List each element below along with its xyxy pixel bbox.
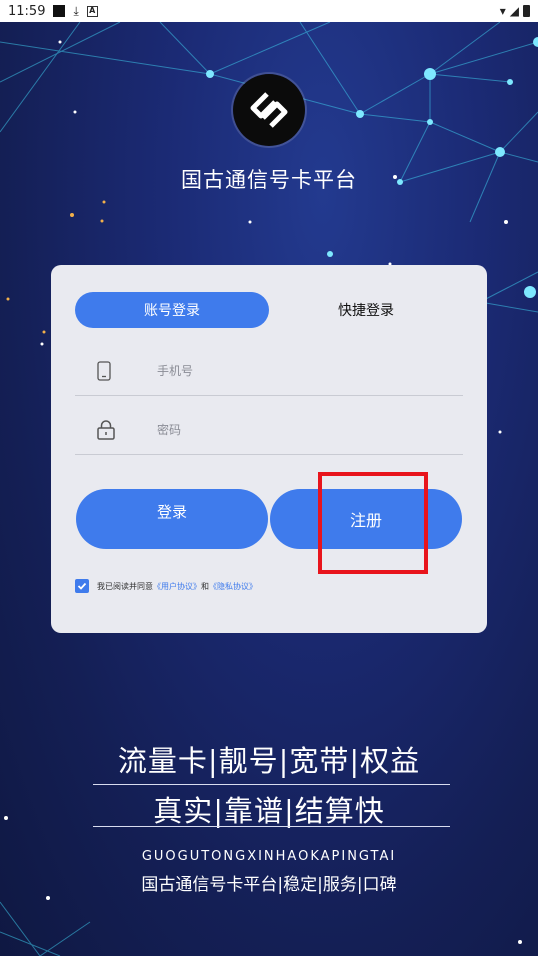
tagline: 国古通信号卡平台|稳定|服务|口碑 bbox=[141, 875, 397, 895]
pinyin-text: GUOGUTONGXINHAOKAPINGTAI bbox=[141, 849, 397, 864]
wifi-icon: ▾ bbox=[499, 4, 506, 18]
slogan-line-2: 真实|靠谱|结算快 bbox=[153, 794, 385, 828]
battery-icon bbox=[523, 5, 530, 17]
phone-field bbox=[75, 346, 463, 396]
tab-account-login[interactable]: 账号登录 bbox=[75, 292, 269, 328]
highlight-annotation-box bbox=[318, 472, 428, 574]
login-card: 账号登录 快捷登录 登录 注册 我已阅读并同意 《用户协 bbox=[51, 265, 487, 633]
divider-1 bbox=[93, 784, 450, 785]
slogan-line-1: 流量卡|靓号|宽带|权益 bbox=[117, 744, 421, 778]
privacy-policy-link[interactable]: 《隐私协议》 bbox=[209, 581, 257, 592]
status-bar: 11:59 ⤓ A ▾ ◢ bbox=[0, 0, 538, 22]
a-icon: A bbox=[86, 5, 98, 17]
tab-quick-login[interactable]: 快捷登录 bbox=[293, 292, 439, 328]
agree-text: 我已阅读并同意 bbox=[97, 581, 153, 591]
login-button[interactable]: 登录 bbox=[76, 489, 268, 549]
agree-checkbox[interactable] bbox=[75, 579, 89, 593]
user-agreement-link[interactable]: 《用户协议》 bbox=[153, 581, 201, 592]
status-time: 11:59 bbox=[8, 3, 46, 19]
password-input[interactable] bbox=[157, 422, 437, 437]
lock-icon bbox=[75, 419, 115, 440]
agree-and-text: 和 bbox=[201, 581, 209, 591]
password-field bbox=[75, 405, 463, 455]
signal-icon: ◢ bbox=[509, 4, 519, 18]
app-title: 国古通信号卡平台 bbox=[181, 168, 357, 192]
download-icon: ⤓ bbox=[73, 3, 79, 18]
divider-2 bbox=[93, 826, 450, 827]
notification-square-icon bbox=[53, 5, 66, 17]
phone-input[interactable] bbox=[157, 363, 437, 378]
phone-icon bbox=[75, 360, 115, 381]
agreement-row: 我已阅读并同意 《用户协议》 和 《隐私协议》 bbox=[75, 579, 257, 593]
brand-logo-icon bbox=[233, 74, 305, 146]
